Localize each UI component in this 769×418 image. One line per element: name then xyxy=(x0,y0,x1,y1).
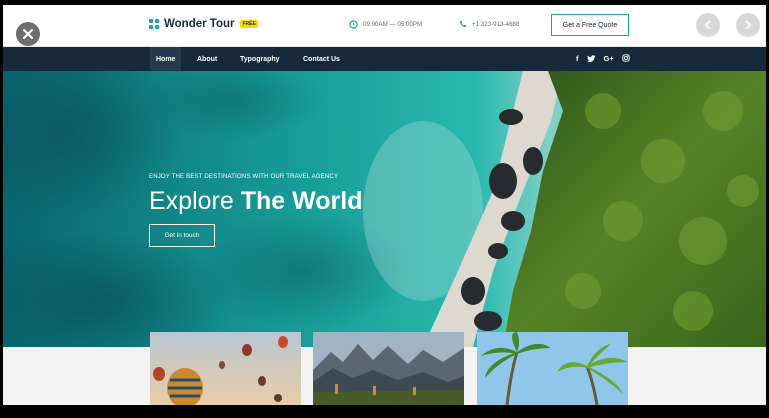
nav-item-home[interactable]: Home xyxy=(150,47,182,71)
close-button[interactable] xyxy=(16,22,40,46)
close-icon xyxy=(23,29,33,39)
nav-item-typography[interactable]: Typography xyxy=(240,47,280,71)
instagram-icon[interactable] xyxy=(622,54,630,66)
palm-trees-card-image[interactable] xyxy=(477,332,628,405)
mountains-card-image[interactable] xyxy=(313,332,464,405)
nav-item-about[interactable]: About xyxy=(197,47,217,71)
google-plus-icon[interactable]: G+ xyxy=(604,54,614,66)
facebook-icon[interactable]: f xyxy=(576,54,579,66)
website-page: Wonder Tour FREE 09:00AM — 05:00PM +1 32… xyxy=(3,5,766,405)
brand-logo[interactable]: Wonder Tour FREE xyxy=(149,18,258,30)
lightbox-frame: Wonder Tour FREE 09:00AM — 05:00PM +1 32… xyxy=(0,0,769,418)
social-links: f G+ xyxy=(576,54,630,66)
get-quote-button[interactable]: Get a Free Quote xyxy=(551,14,629,36)
nav-item-contact[interactable]: Contact Us xyxy=(303,47,340,71)
hours-text: 09:00AM — 05:00PM xyxy=(363,21,423,28)
next-button[interactable] xyxy=(736,13,760,37)
logo-mark-icon xyxy=(149,19,159,29)
hero-tagline: ENJOY THE BEST DESTINATIONS WITH OUR TRA… xyxy=(149,174,339,180)
chevron-left-icon xyxy=(704,20,711,30)
brand-name: Wonder Tour xyxy=(164,18,235,30)
phone-info: +1 323-913-4688 xyxy=(458,20,519,29)
phone-text[interactable]: +1 323-913-4688 xyxy=(472,21,519,28)
phone-icon xyxy=(459,20,467,28)
headline-bold: The World xyxy=(240,187,363,215)
hero-headline: Explore The World xyxy=(149,187,362,216)
hero-background-image xyxy=(3,71,766,347)
clock-icon xyxy=(349,20,358,29)
free-badge: FREE xyxy=(240,20,258,28)
balloons-card-image[interactable] xyxy=(150,332,301,405)
main-nav: Home About Typography Contact Us f G+ xyxy=(3,47,766,71)
opening-hours: 09:00AM — 05:00PM xyxy=(349,20,422,29)
previous-button[interactable] xyxy=(696,13,720,37)
twitter-icon[interactable] xyxy=(586,54,596,66)
hero-banner: ENJOY THE BEST DESTINATIONS WITH OUR TRA… xyxy=(3,71,766,347)
headline-light: Explore xyxy=(149,187,241,215)
get-in-touch-button[interactable]: Get in touch xyxy=(149,224,215,247)
chevron-right-icon xyxy=(745,20,752,30)
top-header: Wonder Tour FREE 09:00AM — 05:00PM +1 32… xyxy=(3,5,766,47)
